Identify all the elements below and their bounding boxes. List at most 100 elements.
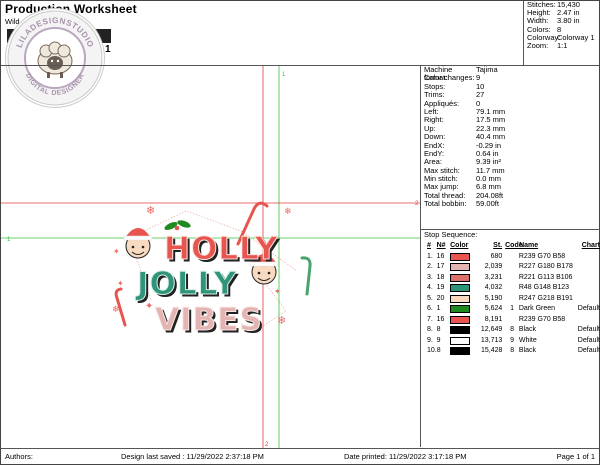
- sparkle-icon: ✦: [113, 247, 120, 256]
- stitch-count: 8,191: [484, 315, 503, 323]
- summary-panel: Stitches: 15,430 Height: 2.47 in Width: 3.80 …: [523, 0, 600, 65]
- stop-index: 2.: [427, 263, 433, 270]
- thread-name: R239 G70 B58: [518, 315, 566, 323]
- col-num-header: #: [427, 242, 431, 249]
- snowflake-icon: ❄: [146, 205, 155, 217]
- color-swatch: [450, 305, 471, 314]
- worksheet-page: Production Worksheet Wild... ...esigning…: [0, 0, 600, 465]
- stitch-count: 2,039: [484, 263, 503, 270]
- thread-chart: Default: [577, 347, 600, 354]
- needle-number: 1: [436, 305, 441, 312]
- thread-name: R239 G70 B58: [518, 252, 566, 260]
- stop-sequence-row: 1. 16 680 R239 G70 B58: [421, 252, 600, 263]
- stop-sequence-row: 5. 20 5,190 R247 G218 B191: [421, 294, 600, 305]
- machine-info-row: Stops: 10: [421, 82, 600, 91]
- machine-info-row: Up: 22.3 mm: [421, 124, 600, 133]
- col-name-header: Name: [519, 242, 539, 249]
- thread-name: Black: [518, 347, 537, 354]
- machine-info-panel: Machine format: Tajima Color changes: 9 Stop…: [420, 65, 600, 447]
- info-label: Total bobbin:: [424, 199, 467, 209]
- sparkle-icon: ✦: [117, 279, 124, 288]
- thread-name: R48 G148 B123: [518, 284, 570, 291]
- color-cell: [450, 305, 475, 314]
- guide-marker-top: 1: [282, 72, 286, 78]
- needle-number: 9: [436, 336, 441, 344]
- stop-index: 5.: [427, 294, 433, 302]
- info-value: 59.00ft: [476, 199, 499, 209]
- needle-number: 16: [436, 315, 445, 323]
- thread-name: Black: [518, 326, 536, 333]
- color-cell: [450, 263, 475, 272]
- jolly-text: JOLLY: [135, 266, 237, 302]
- machine-info-row: EndX: -0.29 in: [421, 141, 600, 150]
- thread-name: R221 G113 B106: [518, 273, 573, 281]
- machine-info-row: Right: 17.5 mm: [421, 115, 600, 124]
- color-cell: [450, 336, 475, 345]
- thread-code: 8: [510, 326, 515, 333]
- stop-index: 7.: [427, 315, 433, 323]
- color-swatch: [450, 315, 471, 324]
- col-code-header: Code: [505, 242, 523, 249]
- machine-info-row: Down: 40.4 mm: [421, 132, 600, 141]
- thread-chart: Default: [577, 336, 600, 344]
- stop-sequence-row: 9. 9 13,713 9 White Default: [421, 336, 600, 347]
- needle-number: 8: [436, 326, 441, 333]
- stop-index: 6.: [427, 305, 433, 312]
- footer-authors: Authors:: [5, 452, 33, 461]
- color-swatch: [450, 347, 471, 356]
- info-value: 27: [476, 90, 485, 100]
- design-canvas: 1 1 2 2 ❄ ❄ ❄ ❄ ✦ ✦ ✦ ✦ HOLLY HOLLY JOLL…: [1, 66, 420, 448]
- smiley-face-left: [123, 228, 153, 259]
- footer-page-number: Page 1 of 1: [556, 452, 595, 461]
- stop-index: 8.: [427, 326, 433, 333]
- design-lettering: HOLLY HOLLY JOLLY JOLLY VIBES VIBES: [135, 231, 280, 341]
- stitch-count: 12,649: [480, 326, 503, 333]
- stop-sequence-title: Stop Sequence:: [421, 229, 600, 239]
- machine-info-row: EndY: 0.64 in: [421, 149, 600, 158]
- stitch-count: 5,624: [484, 305, 503, 312]
- design-preview: 1 1 2 2 ❄ ❄ ❄ ❄ ✦ ✦ ✦ ✦ HOLLY HOLLY JOLL…: [1, 66, 420, 448]
- machine-info-row: Color changes: 9: [421, 73, 600, 82]
- snowflake-icon: ❄: [277, 315, 286, 327]
- color-swatch: [450, 273, 471, 282]
- stop-sequence-rows: 1. 16 680 R239 G70 B58 2. 17 2,039 R227 G180 B1…: [421, 252, 600, 357]
- color-swatch: [450, 263, 471, 272]
- stitch-count: 3,231: [484, 273, 503, 281]
- stop-sequence-row: 3. 18 3,231 R221 G113 B106: [421, 273, 600, 284]
- col-n-header: N#: [436, 242, 446, 249]
- stop-sequence-table: # N# Color St. Code Name Chart 1. 16 680 R2…: [421, 241, 600, 357]
- needle-number: 18: [436, 273, 445, 281]
- summary-label: Zoom:: [527, 40, 549, 50]
- sparkle-icon: ✦: [274, 287, 281, 296]
- stop-index: 9.: [427, 336, 433, 344]
- stop-sequence-row: 6. 1 5,624 1 Dark Green Default: [421, 304, 600, 315]
- stitch-count: 13,713: [480, 336, 503, 344]
- stop-index: 1.: [427, 252, 433, 260]
- color-cell: [450, 315, 475, 324]
- machine-info-row: Left: 79.1 mm: [421, 107, 600, 116]
- col-color-header: Color: [450, 242, 469, 249]
- stitch-count: 5,190: [484, 294, 503, 302]
- stop-sequence-row: 8. 8 12,649 8 Black Default: [421, 325, 600, 336]
- color-cell: [450, 294, 475, 303]
- needle-number: 20: [436, 294, 445, 302]
- needle-number: 16: [436, 252, 445, 260]
- thread-code: 1: [510, 305, 515, 312]
- footer-last-saved: Design last saved : 11/29/2022 2:37:18 P…: [121, 452, 264, 461]
- thread-chart: Default: [577, 305, 600, 312]
- thread-name: White: [518, 336, 537, 344]
- vibes-text: VIBES: [155, 302, 263, 338]
- thread-chart: Default: [577, 326, 600, 333]
- summary-value: 3.80 in: [557, 16, 580, 26]
- machine-info-row: Total bobbin: 59.00ft: [421, 199, 600, 209]
- thread-name: R227 G180 B178: [518, 263, 573, 270]
- needle-number: 8: [436, 347, 441, 354]
- color-swatch: [450, 336, 471, 345]
- col-chart-header: Chart: [581, 242, 600, 249]
- guide-marker-right: 2: [415, 201, 419, 207]
- col-stitches-header: St.: [493, 242, 503, 249]
- snowflake-icon: ❄: [284, 206, 292, 216]
- color-swatch: [450, 294, 471, 303]
- stitch-count: 680: [490, 252, 503, 260]
- stop-index: 10.: [427, 347, 437, 354]
